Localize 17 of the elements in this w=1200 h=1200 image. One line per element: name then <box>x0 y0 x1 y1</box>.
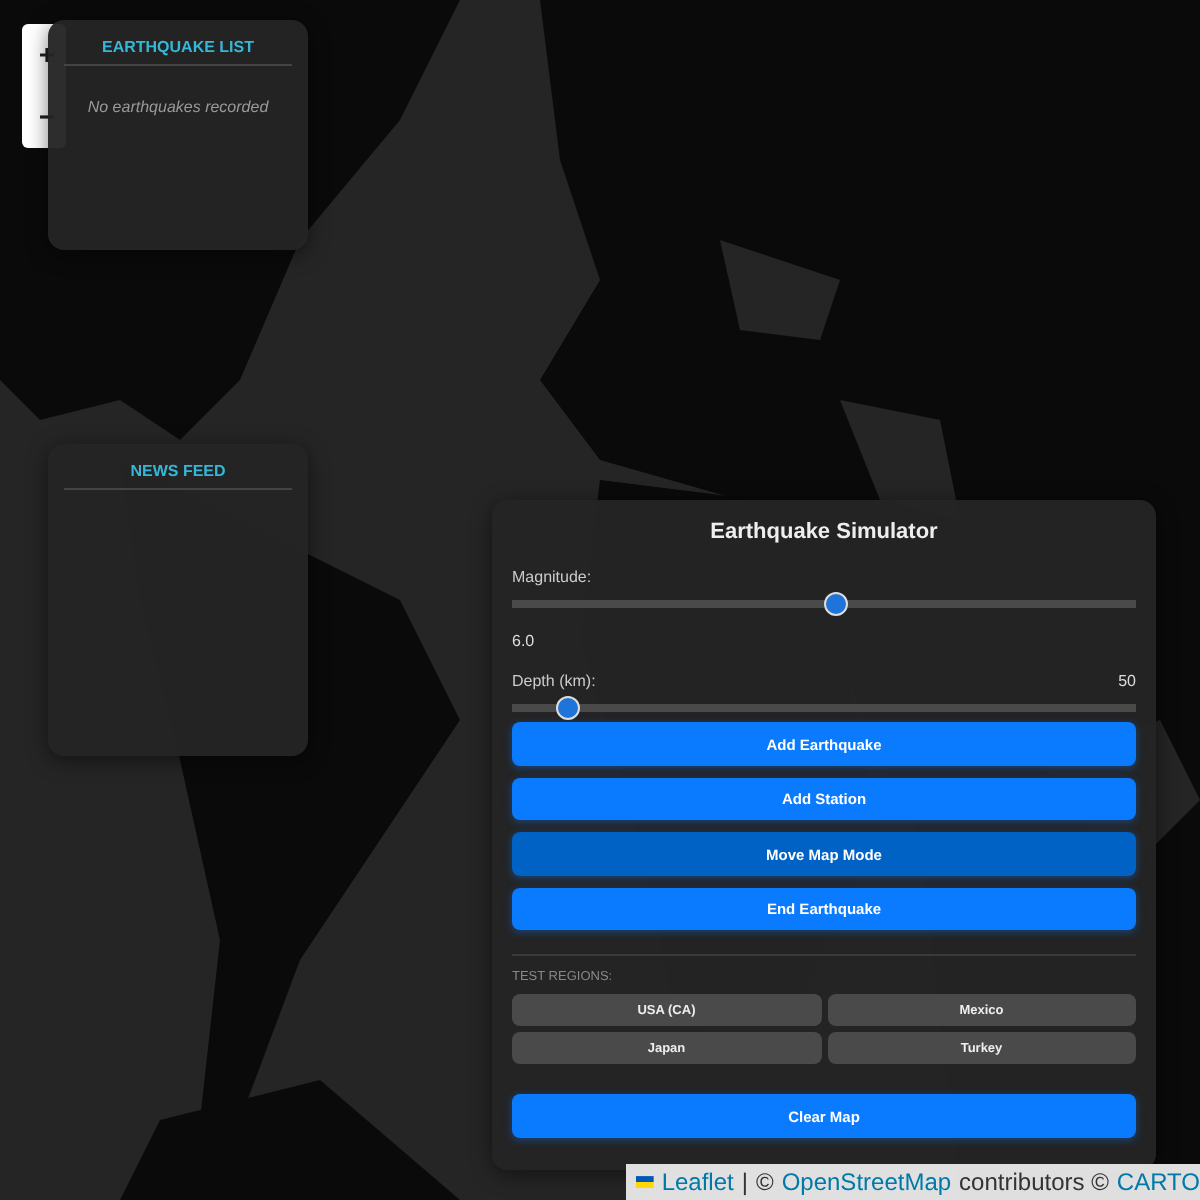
flag-icon <box>636 1174 654 1190</box>
slider-label: Depth (km): <box>512 671 596 690</box>
attribution-link[interactable]: CARTO <box>1116 1168 1200 1196</box>
slider-thumb[interactable] <box>824 592 849 616</box>
slider-value: 50 <box>1118 671 1136 690</box>
slider-thumb[interactable] <box>556 695 581 720</box>
attribution-link[interactable]: Leaflet <box>661 1168 734 1196</box>
panel-title: EARTHQUAKE LIST <box>64 20 292 66</box>
attribution-text: contributors © <box>959 1168 1109 1196</box>
slider-value: 6.0 <box>512 631 535 650</box>
slider-label: Magnitude: <box>512 568 592 586</box>
empty-message: No earthquakes recorded <box>85 98 271 116</box>
attribution-text: © <box>755 1168 774 1196</box>
attribution-link[interactable]: OpenStreetMap <box>781 1168 952 1196</box>
panel-title: NEWS FEED <box>64 444 292 490</box>
attribution-text: | <box>741 1168 748 1196</box>
panel-title: Earthquake Simulator <box>708 520 940 544</box>
